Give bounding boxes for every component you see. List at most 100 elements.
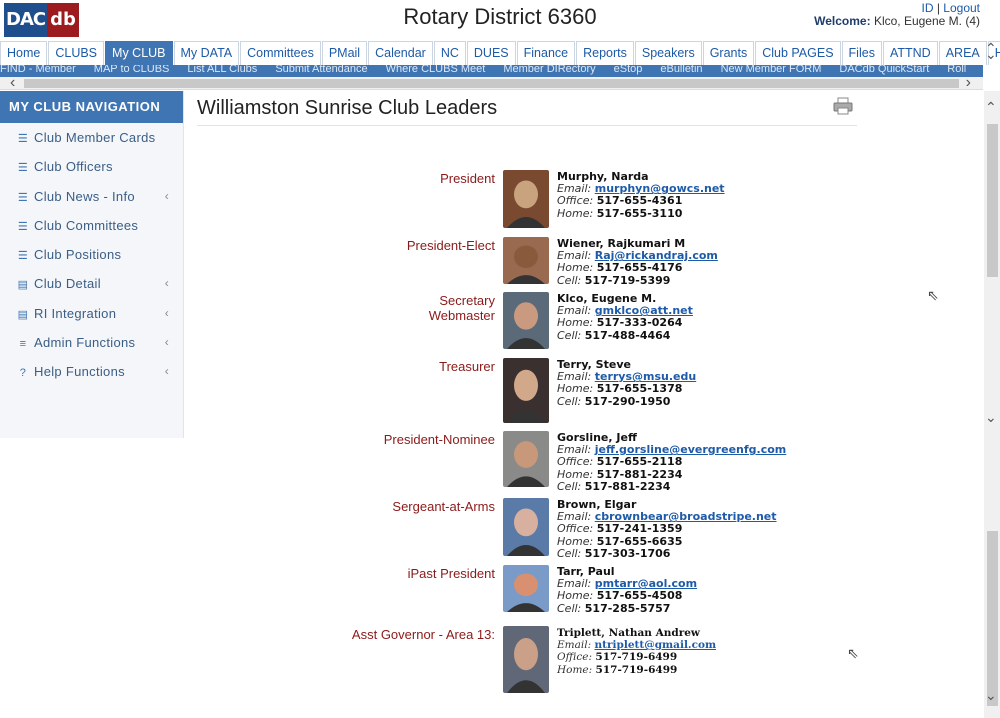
email-link[interactable]: gmklco@att.net [595,304,693,317]
contact-label: Home: [557,261,594,275]
tab-area[interactable]: AREA [938,41,987,65]
id-link[interactable]: ID [922,1,934,15]
bars-icon: ≡ [19,338,27,351]
tab-committees[interactable]: Committees [240,41,321,65]
sidebar-item-club-officers[interactable]: ☰ Club Officers [0,152,183,181]
sidebar-item-help-functions[interactable]: ? Help Functions ‹ [0,357,183,386]
contact-label: Email: [557,304,592,318]
chevron-left-icon[interactable]: ‹ [165,299,169,328]
tab-grants[interactable]: Grants [702,41,755,65]
subnav-link[interactable]: DACdb QuickStart [839,65,929,77]
tab-finance[interactable]: Finance [516,41,576,65]
sidebar-item-club-committees[interactable]: ☰ Club Committees [0,211,183,240]
phone-value: 517-241-1359 [596,522,683,536]
tab-home[interactable]: Home [0,41,48,65]
sidebar-item-label: RI Integration [34,305,117,321]
tab-clubs[interactable]: CLUBS [48,41,105,65]
scroll-left-icon[interactable]: ‹ [10,74,15,92]
leader-role: President-Nominee [383,432,495,447]
contact-label: Cell: [557,273,582,287]
phone-value: 517-290-1950 [584,394,671,408]
tab-my-club[interactable]: My CLUB [105,41,173,65]
email-link[interactable]: terrys@msu.edu [595,370,696,383]
mouse-cursor-icon: ⇖ [927,287,939,303]
contact-line: Home: 517-719-6499 [557,664,716,676]
sidebar-item-label: Club Member Cards [34,130,156,145]
scroll-up-icon[interactable]: ⌃ [985,99,997,116]
sidebar-item-ri-integration[interactable]: ▤ RI Integration ‹ [0,299,183,328]
tab-my-data[interactable]: My DATA [173,41,240,65]
leader-contact: Tarr, Paul Email: pmtarr@aol.com Home: 517… [557,565,697,615]
chevron-left-icon[interactable]: ‹ [165,269,169,298]
email-link[interactable]: cbrownbear@broadstripe.net [595,510,777,523]
subnav-link[interactable]: New Member FORM [721,65,822,77]
logout-link[interactable]: Logout [943,1,980,15]
vertical-scrollbar[interactable]: ⌃ ⌄ ⌄ [984,91,1000,718]
contact-label: Office: [557,651,593,664]
vertical-scroll-thumb-lower[interactable] [987,531,998,706]
outer-vertical-scroll[interactable]: ⌃ ⌄ [984,40,1000,80]
scroll-down-icon[interactable]: ⌄ [985,409,997,426]
subnav-link[interactable]: List ALL Clubs [187,65,257,77]
contact-line: Cell: 517-285-5757 [557,602,697,615]
tab-club-pages[interactable]: Club PAGES [755,41,841,65]
email-link[interactable]: pmtarr@aol.com [595,577,697,590]
sidebar-item-label: Club Detail [34,276,101,292]
leader-role: President-Elect [406,238,495,253]
phone-value: 517-655-4176 [596,261,683,275]
sidebar-item-admin-functions[interactable]: ≡ Admin Functions ‹ [0,328,183,357]
contact-line: Cell: 517-488-4464 [557,329,693,342]
email-link[interactable]: ntriplett@gmail.com [594,639,716,651]
tab-calendar[interactable]: Calendar [368,41,433,65]
leader-contact: Terry, Steve Email: terrys@msu.edu Home: 5… [557,358,696,408]
contact-line: Home: 517-655-3110 [557,207,725,220]
tab-files[interactable]: Files [841,41,882,65]
page: DAC db Rotary District 6360 ID | Logout … [0,0,1000,718]
email-link[interactable]: Raj@rickandraj.com [595,249,718,262]
subnav-link[interactable]: MAP to CLUBS [94,65,170,77]
sidebar-item-club-detail[interactable]: ▤ Club Detail ‹ [0,269,183,298]
welcome-user: Klco, Eugene M. (4) [873,14,980,28]
subnav-link[interactable]: eStop [614,65,643,77]
subnav-link[interactable]: Member DIRectory [503,65,595,77]
tab-dues[interactable]: DUES [466,41,516,65]
tab-nc[interactable]: NC [433,41,466,65]
sidebar-item-club-member-cards[interactable]: ☰ Club Member Cards [0,123,183,152]
list-icon: ☰ [17,191,29,204]
email-link[interactable]: murphyn@gowcs.net [595,182,725,195]
phone-value: 517-655-4361 [596,194,683,208]
chevron-left-icon[interactable]: ‹ [165,328,169,357]
scroll-right-icon[interactable]: › [966,74,971,92]
tab-speakers[interactable]: Speakers [634,41,702,65]
vertical-scroll-thumb[interactable] [987,124,998,277]
tab-pmail[interactable]: PMail [321,41,368,65]
tab-attnd[interactable]: ATTND [882,41,938,65]
table-icon: ▤ [17,279,29,292]
sidebar-item-label: Club Committees [34,217,139,233]
table-icon: ▤ [17,308,29,321]
welcome-text: Welcome: Klco, Eugene M. (4) [814,15,980,28]
contact-label: Email: [557,370,592,384]
email-link[interactable]: jeff.gorsline@evergreenfg.com [595,443,787,456]
contact-line: Cell: 517-719-5399 [557,273,718,287]
sidebar-item-club-news-info[interactable]: ☰ Club News - Info ‹ [0,182,183,211]
subnav-link[interactable]: Where CLUBS Meet [386,65,486,77]
leader-photo [503,358,549,423]
chevron-left-icon[interactable]: ‹ [165,357,169,386]
subnav-link[interactable]: Roll [947,65,966,77]
subnav-link[interactable]: eBulletin [660,65,702,77]
leader-photo [503,565,549,612]
list-icon: ☰ [17,250,29,263]
chevron-left-icon[interactable]: ‹ [165,182,169,211]
subnav-link[interactable]: Submit Attendance [275,65,367,77]
tab-reports[interactable]: Reports [576,41,634,65]
printer-icon[interactable] [833,97,853,115]
contact-label: Office: [557,522,594,536]
horizontal-scrollbar[interactable]: ‹ › [0,74,983,92]
horizontal-scroll-thumb[interactable] [24,79,959,88]
sidebar-item-club-positions[interactable]: ☰ Club Positions [0,240,183,269]
scroll-down-bottom-icon[interactable]: ⌄ [985,687,997,704]
outer-scroll-down-icon[interactable]: ⌄ [985,46,997,63]
contact-label: Cell: [557,479,582,493]
leader-photo [503,292,549,349]
